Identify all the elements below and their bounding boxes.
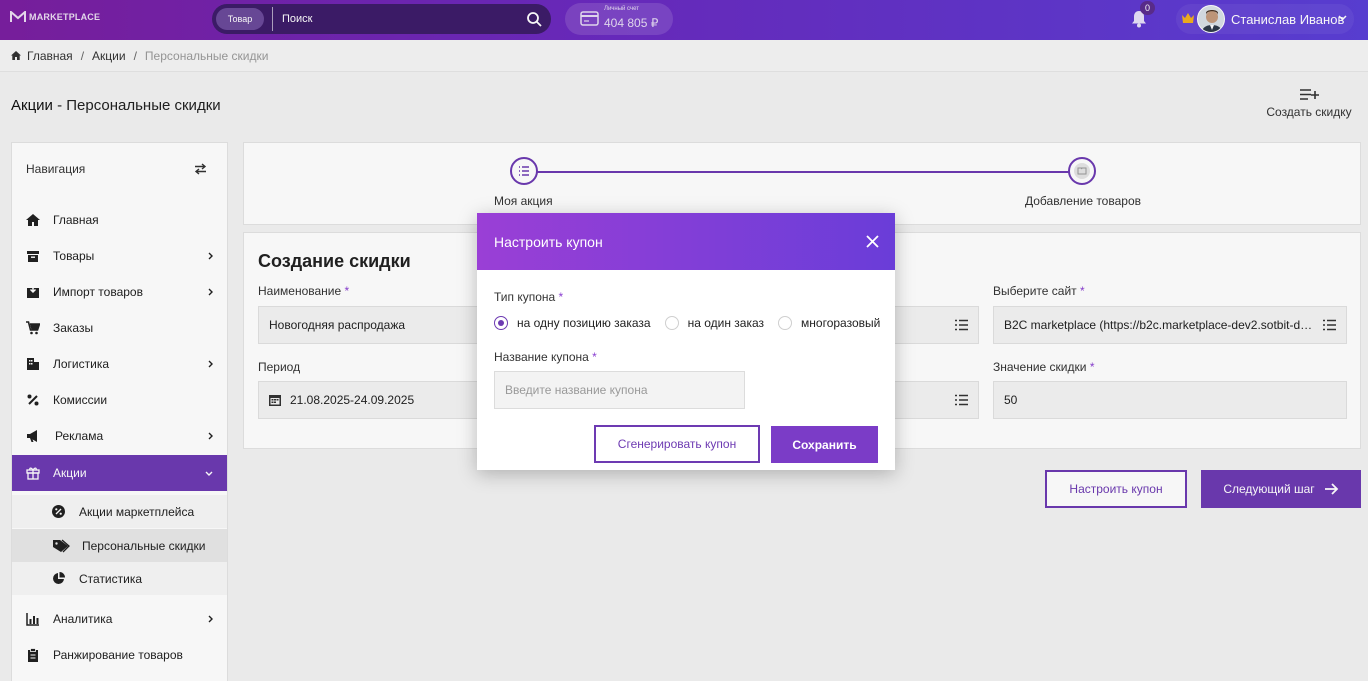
save-button[interactable]: Сохранить xyxy=(771,426,878,463)
coupon-type-options: на одну позицию заказа на один заказ мно… xyxy=(494,316,880,330)
modal-header: Настроить купон xyxy=(477,213,895,270)
radio-reusable[interactable] xyxy=(778,316,793,330)
close-icon[interactable] xyxy=(866,235,879,248)
coupon-type-label-text: Тип купона xyxy=(494,290,556,304)
modal-title: Настроить купон xyxy=(494,234,603,250)
coupon-name-label-text: Название купона xyxy=(494,350,589,364)
required-mark: * xyxy=(558,290,564,304)
radio-single-position-label[interactable]: на одну позицию заказа xyxy=(517,316,651,330)
radio-single-order[interactable] xyxy=(664,316,679,330)
radio-single-order-label[interactable]: на один заказ xyxy=(688,316,764,330)
coupon-name-label: Название купона * xyxy=(494,350,597,364)
coupon-type-label: Тип купона * xyxy=(494,290,563,304)
coupon-name-input[interactable] xyxy=(494,371,745,409)
radio-single-position[interactable] xyxy=(494,316,508,330)
radio-reusable-label[interactable]: многоразовый xyxy=(801,316,880,330)
generate-coupon-button[interactable]: Сгенерировать купон xyxy=(594,425,760,463)
required-mark: * xyxy=(592,350,597,364)
coupon-modal: Настроить купон Тип купона * на одну поз… xyxy=(477,213,895,470)
